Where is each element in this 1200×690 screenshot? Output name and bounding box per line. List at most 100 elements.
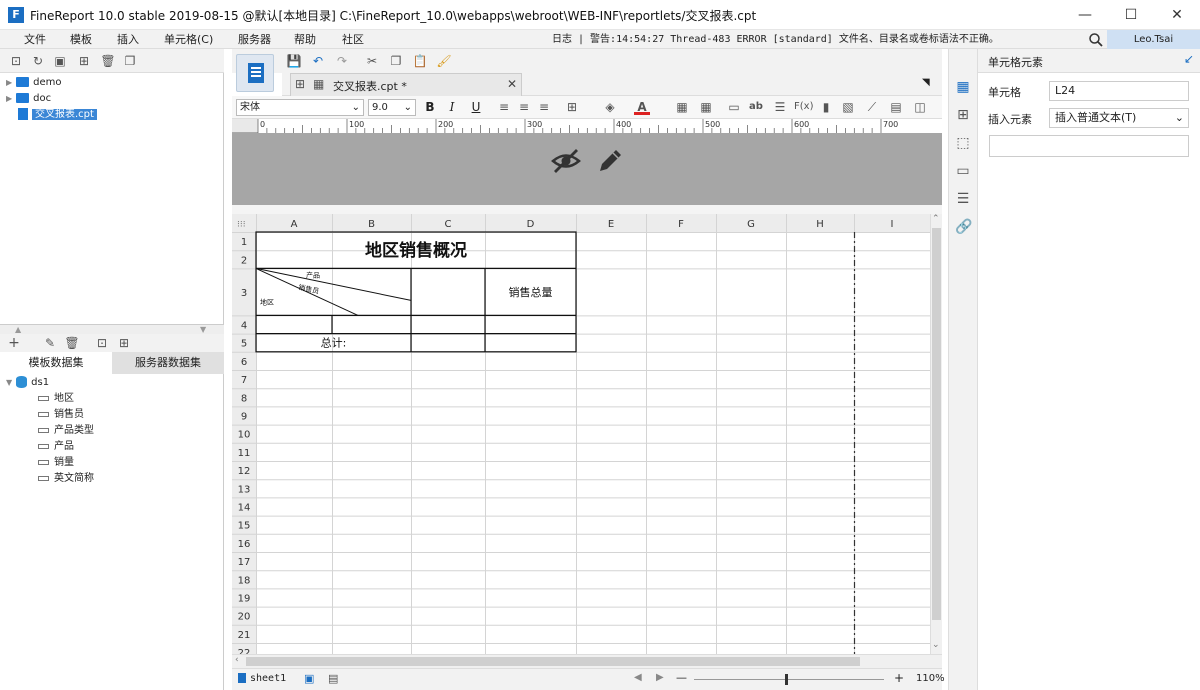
close-tab-icon[interactable]: ✕ xyxy=(507,77,517,91)
redo-icon[interactable]: ↷ xyxy=(334,53,350,69)
format-brush-icon[interactable]: 🖌 xyxy=(436,53,452,69)
scroll-down-icon[interactable]: ⌄ xyxy=(932,640,940,650)
font-size-select[interactable]: 9.0 ⌄ xyxy=(368,99,416,116)
field-item[interactable]: 销售员 xyxy=(38,407,84,423)
tab-server-dataset[interactable]: 服务器数据集 xyxy=(112,352,224,374)
expand-arrow-icon[interactable]: ▶ xyxy=(6,94,12,103)
align-left-icon[interactable]: ≡ xyxy=(496,99,512,115)
row-header[interactable]: 5 xyxy=(241,339,247,350)
user-badge[interactable]: Leo.Tsai xyxy=(1107,30,1200,49)
row-header[interactable]: 11 xyxy=(238,448,251,459)
column-header[interactable]: I xyxy=(891,219,894,230)
delete-icon[interactable]: 🗑 xyxy=(100,53,116,69)
hyperlink-icon[interactable]: 🔗 xyxy=(955,219,972,235)
font-select[interactable]: 宋体 ⌄ xyxy=(236,99,364,116)
menu-insert[interactable]: 插入 xyxy=(117,30,139,49)
zoom-out-button[interactable]: — xyxy=(676,671,687,684)
insert-element-select[interactable]: 插入普通文本(T) ⌄ xyxy=(1049,108,1189,128)
cell-input[interactable]: L24 xyxy=(1049,81,1189,101)
row-header[interactable]: 1 xyxy=(241,237,247,248)
unmerge-icon[interactable]: ▦ xyxy=(698,99,714,115)
italic-button[interactable]: I xyxy=(444,99,460,115)
locate-icon[interactable]: ⊞ xyxy=(76,53,92,69)
row-header[interactable]: 8 xyxy=(241,393,247,404)
fill-color-icon[interactable]: ◈ xyxy=(602,99,618,115)
expand-arrow-icon[interactable]: ▶ xyxy=(6,78,12,87)
menu-help[interactable]: 帮助 xyxy=(294,30,316,49)
menu-file[interactable]: 文件 xyxy=(24,30,46,49)
collapse-panel-icon[interactable]: ↙ xyxy=(1184,52,1194,66)
field-item[interactable]: 地区 xyxy=(38,391,74,407)
total-label-cell[interactable]: 总计: xyxy=(321,336,347,350)
maximize-button[interactable]: ☐ xyxy=(1108,0,1154,30)
tree-item-demo[interactable]: ▶ demo xyxy=(6,75,62,91)
paragraph-icon[interactable]: ☰ xyxy=(772,99,788,115)
field-item[interactable]: 销量 xyxy=(38,455,74,471)
minimize-button[interactable]: — xyxy=(1062,0,1108,30)
add-sheet-icon[interactable]: ▣ xyxy=(304,672,314,685)
trash-icon[interactable]: 🗑 xyxy=(64,335,80,351)
total-sales-header-cell[interactable]: 销售总量 xyxy=(509,285,553,299)
search-icon[interactable] xyxy=(1088,32,1104,48)
preview-icon[interactable]: ⊡ xyxy=(94,335,110,351)
close-button[interactable]: ✕ xyxy=(1154,0,1200,30)
more-icon[interactable]: ◫ xyxy=(912,99,928,115)
panel-splitter[interactable]: ▲ ▼ xyxy=(0,324,224,334)
row-header[interactable]: 19 xyxy=(238,594,251,605)
align-center-icon[interactable]: ≡ xyxy=(516,99,532,115)
vertical-scrollbar[interactable]: ⌃ ⌄ xyxy=(930,214,942,654)
save-icon[interactable]: 💾 xyxy=(286,53,302,69)
row-header[interactable]: 4 xyxy=(241,321,247,332)
font-color-icon[interactable]: A xyxy=(634,99,650,115)
row-header[interactable]: 2 xyxy=(241,255,247,266)
spreadsheet-grid[interactable]: A B C D E F G H I ⁝⁝⁝ 1 2 3 4 5 6 7 8 9 10 11 12 13 14 15 16 17 18 1… xyxy=(232,214,930,654)
column-header[interactable]: E xyxy=(608,219,614,230)
field-item[interactable]: 产品 xyxy=(38,439,74,455)
report-type-icon[interactable] xyxy=(236,54,274,92)
row-header[interactable]: 6 xyxy=(241,357,247,368)
merge-icon[interactable]: ▦ xyxy=(674,99,690,115)
log-message[interactable]: 日志 | 警告:14:54:27 Thread-483 ERROR [stand… xyxy=(552,30,999,49)
scroll-up-icon[interactable]: ⌃ xyxy=(932,214,940,224)
row-header[interactable]: 17 xyxy=(238,557,251,568)
pencil-edit-icon[interactable] xyxy=(594,145,626,177)
copy-icon[interactable]: ❐ xyxy=(122,53,138,69)
zoom-slider-thumb[interactable] xyxy=(785,674,788,685)
row-header[interactable]: 12 xyxy=(238,466,251,477)
zoom-slider-track[interactable] xyxy=(694,679,884,680)
tab-menu-icon[interactable]: ◥ xyxy=(922,77,930,88)
pencil-icon[interactable]: ✎ xyxy=(42,335,58,351)
row-header[interactable]: 21 xyxy=(238,630,251,641)
cell-content-input[interactable] xyxy=(989,135,1189,157)
edit-file-icon[interactable]: ▣ xyxy=(52,53,68,69)
widget-icon[interactable]: ▭ xyxy=(955,163,971,179)
add-icon[interactable]: + xyxy=(6,335,22,351)
column-header[interactable]: C xyxy=(445,219,452,230)
prev-sheet-icon[interactable]: ◀ xyxy=(634,672,642,683)
image-icon[interactable]: ▧ xyxy=(840,99,856,115)
paste-icon[interactable]: 📋 xyxy=(412,53,428,69)
rich-text-icon[interactable]: ab xyxy=(748,99,764,115)
tab-cross-report[interactable]: ⊞ ▦ 交叉报表.cpt * ✕ xyxy=(290,73,522,96)
menu-community[interactable]: 社区 xyxy=(342,30,364,49)
copy-icon[interactable]: ❐ xyxy=(388,53,404,69)
formula-icon[interactable]: F(x) xyxy=(794,99,813,115)
row-header[interactable]: 18 xyxy=(238,575,251,586)
dataset-ds1[interactable]: ▼ ds1 xyxy=(6,375,49,391)
row-header[interactable]: 9 xyxy=(241,412,247,423)
scroll-left-icon[interactable]: ‹ xyxy=(235,655,239,665)
row-header[interactable]: 13 xyxy=(238,484,251,495)
border-icon[interactable]: ⊞ xyxy=(564,99,580,115)
tab-template-dataset[interactable]: 模板数据集 xyxy=(0,352,112,374)
column-header[interactable]: H xyxy=(816,219,824,230)
cell-style-icon[interactable]: ⬚ xyxy=(955,135,971,151)
column-header[interactable]: D xyxy=(527,219,535,230)
menu-server[interactable]: 服务器 xyxy=(238,30,271,49)
column-header[interactable]: F xyxy=(678,219,684,230)
row-header[interactable]: 14 xyxy=(238,503,251,514)
undo-icon[interactable]: ↶ xyxy=(310,53,326,69)
column-header[interactable]: G xyxy=(747,219,755,230)
row-header[interactable]: 15 xyxy=(238,521,251,532)
row-header[interactable]: 16 xyxy=(238,539,251,550)
cell-attr-icon[interactable]: ⊞ xyxy=(955,107,971,123)
